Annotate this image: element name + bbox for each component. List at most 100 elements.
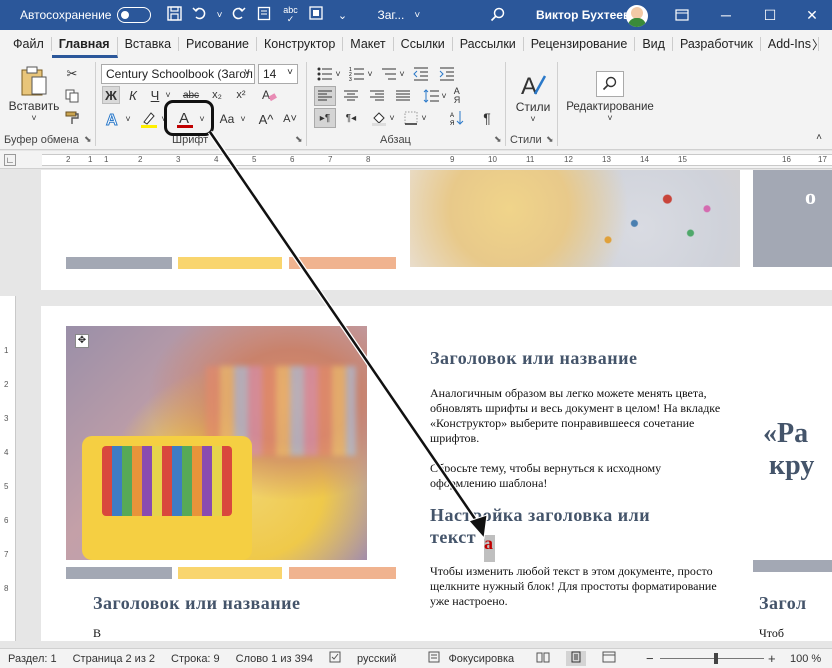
editing-button[interactable]: Редактирование ˅ xyxy=(562,64,658,130)
italic-button[interactable]: К xyxy=(124,86,142,104)
paragraph-launcher-icon[interactable]: ⬊ xyxy=(494,134,502,145)
copy-icon[interactable] xyxy=(62,86,82,106)
page-1[interactable]: о xyxy=(41,170,832,290)
heading-1[interactable]: Заголовок или название xyxy=(430,348,638,369)
cut-icon[interactable]: ✂ xyxy=(62,64,82,84)
align-right-icon[interactable] xyxy=(366,86,388,106)
spelling-icon[interactable]: abc ✓ xyxy=(277,6,303,24)
new-document-icon[interactable] xyxy=(251,6,277,25)
tab-design[interactable]: Конструктор xyxy=(257,37,344,51)
pull-quote-line-2[interactable]: кру xyxy=(769,450,814,482)
zoom-in-button[interactable]: + xyxy=(768,651,776,666)
text-direction-icon[interactable]: ▸¶ xyxy=(314,108,336,128)
tab-layout[interactable]: Макет xyxy=(343,37,394,51)
status-page[interactable]: Страница 2 из 2 xyxy=(73,653,155,665)
font-size-select[interactable]: 14 ˅ xyxy=(258,64,298,84)
multilevel-dropdown-icon[interactable]: ˅ xyxy=(398,66,406,82)
align-left-icon[interactable] xyxy=(314,86,336,106)
text-effects-icon[interactable]: A xyxy=(102,108,124,130)
redo-icon[interactable] xyxy=(225,6,251,25)
zoom-slider-thumb[interactable] xyxy=(714,653,718,664)
justify-icon[interactable] xyxy=(392,86,414,106)
paragraph-3[interactable]: Чтобы изменить любой текст в этом докуме… xyxy=(430,564,730,609)
change-case-button[interactable]: Aa xyxy=(214,108,240,130)
heading-2-line-2[interactable]: текст xyxy=(430,527,476,548)
document-title[interactable]: Заг... xyxy=(377,8,404,22)
left-heading[interactable]: Заголовок или название xyxy=(93,593,301,614)
search-icon[interactable] xyxy=(484,7,510,26)
focus-icon[interactable] xyxy=(428,651,440,666)
text-effects-dropdown-icon[interactable]: ˅ xyxy=(123,110,133,128)
zoom-slider[interactable] xyxy=(660,658,764,659)
shading-dropdown-icon[interactable]: ˅ xyxy=(388,110,396,126)
shading-icon[interactable] xyxy=(368,108,390,128)
tab-references[interactable]: Ссылки xyxy=(394,37,453,51)
highlight-icon[interactable] xyxy=(138,108,160,130)
tab-draw[interactable]: Рисование xyxy=(179,37,257,51)
tab-insert[interactable]: Вставка xyxy=(118,37,180,51)
read-mode-icon[interactable] xyxy=(536,651,550,666)
vertical-ruler[interactable]: 1 2 3 4 5 6 7 8 xyxy=(0,296,16,641)
zoom-level[interactable]: 100 % xyxy=(790,653,821,665)
status-words[interactable]: Слово 1 из 394 xyxy=(236,653,313,665)
right-body-text[interactable]: Чтоб xyxy=(759,626,784,641)
status-line[interactable]: Строка: 9 xyxy=(171,653,220,665)
show-formatting-marks-icon[interactable]: ¶ xyxy=(476,108,498,128)
focus-button[interactable]: Фокусировка xyxy=(448,653,514,665)
customize-toolbar-icon[interactable]: ⌄ xyxy=(329,9,355,22)
status-language[interactable]: русский xyxy=(357,653,396,665)
align-center-icon[interactable] xyxy=(340,86,362,106)
print-layout-icon[interactable] xyxy=(566,651,587,666)
decorative-image[interactable] xyxy=(410,170,740,267)
shrink-font-button[interactable]: A˅ xyxy=(280,108,300,130)
increase-indent-icon[interactable] xyxy=(436,64,458,84)
proofing-icon[interactable] xyxy=(329,651,341,666)
tab-view[interactable]: Вид xyxy=(635,37,673,51)
paragraph-2[interactable]: Сбросьте тему, чтобы вернуться к исходно… xyxy=(430,461,730,491)
print-preview-icon[interactable] xyxy=(303,6,329,24)
more-tabs-icon[interactable]: 〉 xyxy=(812,36,824,53)
underline-button[interactable]: Ч xyxy=(146,86,164,104)
zoom-out-button[interactable]: − xyxy=(646,651,654,666)
paste-button[interactable]: Вставить ˅ xyxy=(8,64,60,124)
title-dropdown-icon[interactable]: ˅ xyxy=(404,10,430,21)
format-painter-icon[interactable] xyxy=(62,108,82,128)
page-2[interactable]: ✥ Заголовок или название В Заголовок или… xyxy=(41,306,832,641)
font-launcher-icon[interactable]: ⬊ xyxy=(295,134,303,145)
change-case-dropdown-icon[interactable]: ˅ xyxy=(238,110,248,128)
undo-icon[interactable] xyxy=(187,6,213,25)
selected-character[interactable]: а xyxy=(484,533,493,554)
minimize-button[interactable]: ─ xyxy=(704,0,748,30)
tab-file[interactable]: Файл xyxy=(6,37,52,51)
bullets-dropdown-icon[interactable]: ˅ xyxy=(334,66,342,82)
grow-font-button[interactable]: A^ xyxy=(256,108,276,130)
tab-add-ins[interactable]: Add-Ins xyxy=(761,37,819,51)
paragraph-1[interactable]: Аналогичным образом вы легко можете меня… xyxy=(430,386,730,446)
tab-home[interactable]: Главная xyxy=(51,37,118,58)
maximize-button[interactable]: ☐ xyxy=(748,0,792,30)
tab-selector[interactable]: ∟ xyxy=(4,154,16,166)
table-move-handle-icon[interactable]: ✥ xyxy=(75,334,89,348)
tab-review[interactable]: Рецензирование xyxy=(524,37,636,51)
styles-launcher-icon[interactable]: ⬊ xyxy=(546,134,554,145)
numbering-dropdown-icon[interactable]: ˅ xyxy=(366,66,374,82)
status-section[interactable]: Раздел: 1 xyxy=(8,653,57,665)
autosave-toggle[interactable] xyxy=(117,7,152,23)
rtl-direction-icon[interactable]: ¶◂ xyxy=(340,108,362,128)
styles-button[interactable]: A Стили ˅ xyxy=(510,64,556,130)
line-spacing-icon[interactable] xyxy=(420,86,442,106)
superscript-button[interactable]: x² xyxy=(232,86,250,104)
right-heading[interactable]: Загол xyxy=(759,593,807,614)
bullets-icon[interactable] xyxy=(314,64,336,84)
borders-dropdown-icon[interactable]: ˅ xyxy=(420,110,428,126)
tab-developer[interactable]: Разработчик xyxy=(673,37,761,51)
heading-2-line-1[interactable]: Настройка заголовка или xyxy=(430,505,650,526)
horizontal-ruler[interactable]: ∟ 1 2 1 2 3 4 5 6 7 8 9 10 11 12 13 14 1… xyxy=(0,151,832,169)
avatar[interactable] xyxy=(626,5,648,27)
web-layout-icon[interactable] xyxy=(602,651,616,666)
document-area[interactable]: о ✥ Заголовок или название В Заголовок и… xyxy=(16,170,832,641)
tab-mailings[interactable]: Рассылки xyxy=(453,37,524,51)
numbering-icon[interactable]: 123 xyxy=(346,64,368,84)
undo-dropdown-icon[interactable]: ˅ xyxy=(213,10,225,21)
ribbon-display-options-icon[interactable] xyxy=(660,0,704,30)
